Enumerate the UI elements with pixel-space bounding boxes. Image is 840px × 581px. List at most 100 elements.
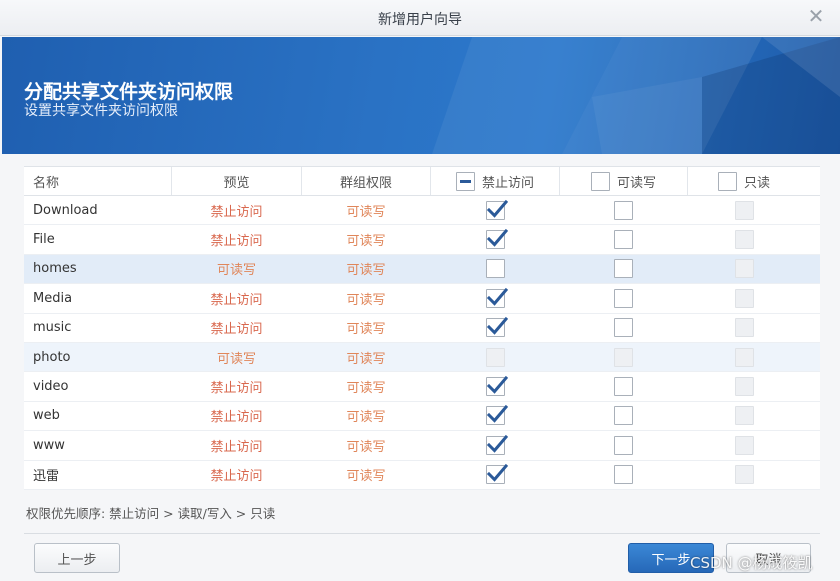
ro-cell (688, 284, 800, 312)
checkmark-icon (486, 287, 508, 306)
deny-cell (431, 225, 560, 253)
table-row[interactable]: web 禁止访问 可读写 (24, 402, 820, 432)
deny-checkbox[interactable] (485, 464, 508, 485)
group-permission: 可读写 (346, 292, 386, 308)
column-header-preview[interactable]: 预览 (172, 167, 302, 195)
column-header-name[interactable]: 名称 (24, 167, 172, 195)
group-permission: 可读写 (346, 204, 386, 220)
group-permission: 可读写 (346, 410, 386, 426)
column-header-rw-label: 可读写 (616, 175, 656, 191)
footer-divider (24, 533, 820, 534)
group-permission: 可读写 (346, 469, 386, 485)
checkmark-icon (486, 434, 508, 453)
preview-permission: 禁止访问 (210, 381, 263, 397)
ro-all-checkbox[interactable] (717, 171, 737, 191)
checkmark-icon (486, 199, 508, 218)
cancel-button[interactable]: 取消 (726, 543, 811, 573)
deny-cell (431, 372, 560, 400)
deny-checkbox[interactable] (485, 259, 505, 279)
group-permission: 可读写 (346, 234, 386, 250)
rw-checkbox[interactable] (614, 406, 633, 426)
deny-checkbox[interactable] (485, 375, 508, 397)
preview-permission: 禁止访问 (210, 292, 263, 308)
ro-checkbox (734, 288, 754, 308)
ro-cell (688, 343, 800, 371)
rw-cell (560, 402, 688, 430)
preview-permission: 可读写 (216, 351, 256, 367)
deny-checkbox[interactable] (485, 228, 508, 250)
ro-cell (688, 461, 800, 489)
rw-checkbox[interactable] (614, 435, 633, 455)
rw-checkbox[interactable] (614, 200, 633, 220)
next-button[interactable]: 下一步 (628, 543, 714, 573)
group-permission: 可读写 (346, 381, 386, 397)
deny-checkbox[interactable] (485, 199, 508, 220)
preview-permission: 禁止访问 (210, 322, 263, 338)
table-row[interactable]: File 禁止访问 可读写 (24, 225, 820, 255)
ro-cell (688, 196, 800, 224)
table-row[interactable]: video 禁止访问 可读写 (24, 372, 820, 402)
window-titlebar: 新增用户向导 ✕ (0, 0, 840, 36)
rw-cell (560, 343, 688, 371)
table-row[interactable]: www 禁止访问 可读写 (24, 431, 820, 461)
table-row[interactable]: music 禁止访问 可读写 (24, 314, 820, 343)
rw-cell (560, 431, 688, 459)
preview-permission: 禁止访问 (210, 439, 263, 455)
close-icon[interactable]: ✕ (806, 6, 826, 26)
deny-all-checkbox[interactable] (455, 171, 475, 191)
window-title: 新增用户向导 (378, 12, 462, 28)
table-row[interactable]: 迅雷 禁止访问 可读写 (24, 461, 820, 490)
table-row[interactable]: homes 可读写 可读写 (24, 254, 820, 285)
folder-name: Download (33, 202, 98, 218)
deny-cell (431, 431, 560, 459)
rw-checkbox[interactable] (614, 465, 633, 485)
rw-checkbox[interactable] (614, 377, 633, 397)
ro-checkbox (734, 406, 754, 426)
deny-cell (431, 255, 560, 283)
deny-checkbox[interactable] (485, 287, 508, 308)
deny-checkbox (485, 347, 505, 367)
deny-cell (431, 461, 560, 489)
ro-checkbox (734, 465, 754, 485)
folder-name: homes (33, 261, 77, 277)
preview-permission: 禁止访问 (210, 410, 263, 426)
checkmark-icon (486, 464, 508, 482)
deny-cell (431, 196, 560, 224)
folder-name: photo (33, 349, 71, 365)
column-header-group[interactable]: 群组权限 (302, 167, 431, 195)
table-row[interactable]: Media 禁止访问 可读写 (24, 284, 820, 314)
group-permission: 可读写 (346, 439, 386, 455)
ro-checkbox (734, 318, 754, 338)
column-header-ro: 只读 (688, 167, 800, 195)
permission-table: 名称 预览 群组权限 禁止访问 可读写 只读 Download 禁止访问 可读写 Fi… (24, 166, 820, 490)
deny-checkbox[interactable] (485, 317, 508, 338)
rw-cell (560, 284, 688, 312)
preview-permission: 禁止访问 (210, 234, 263, 250)
column-header-rw: 可读写 (560, 167, 688, 195)
rw-checkbox[interactable] (614, 259, 633, 279)
banner-subtitle: 设置共享文件夹访问权限 (24, 103, 178, 119)
group-permission: 可读写 (346, 322, 386, 338)
rw-all-checkbox[interactable] (590, 171, 610, 191)
folder-name: Media (33, 290, 73, 306)
ro-checkbox (734, 259, 754, 279)
previous-button[interactable]: 上一步 (34, 543, 120, 573)
deny-cell (431, 402, 560, 430)
deny-cell (431, 284, 560, 312)
checkmark-icon (486, 317, 508, 335)
preview-permission: 禁止访问 (210, 469, 263, 485)
deny-checkbox[interactable] (485, 434, 508, 455)
rw-checkbox[interactable] (614, 288, 633, 308)
group-permission: 可读写 (346, 263, 386, 279)
ro-checkbox (734, 377, 754, 397)
deny-checkbox[interactable] (485, 405, 508, 426)
ro-cell (688, 372, 800, 400)
rw-checkbox[interactable] (614, 318, 633, 338)
table-row[interactable]: Download 禁止访问 可读写 (24, 196, 820, 226)
deny-cell (431, 343, 560, 371)
table-row[interactable]: photo 可读写 可读写 (24, 342, 820, 373)
column-header-deny-label: 禁止访问 (481, 175, 534, 191)
ro-checkbox (734, 230, 754, 250)
ro-checkbox (734, 435, 754, 455)
rw-checkbox[interactable] (614, 230, 633, 250)
